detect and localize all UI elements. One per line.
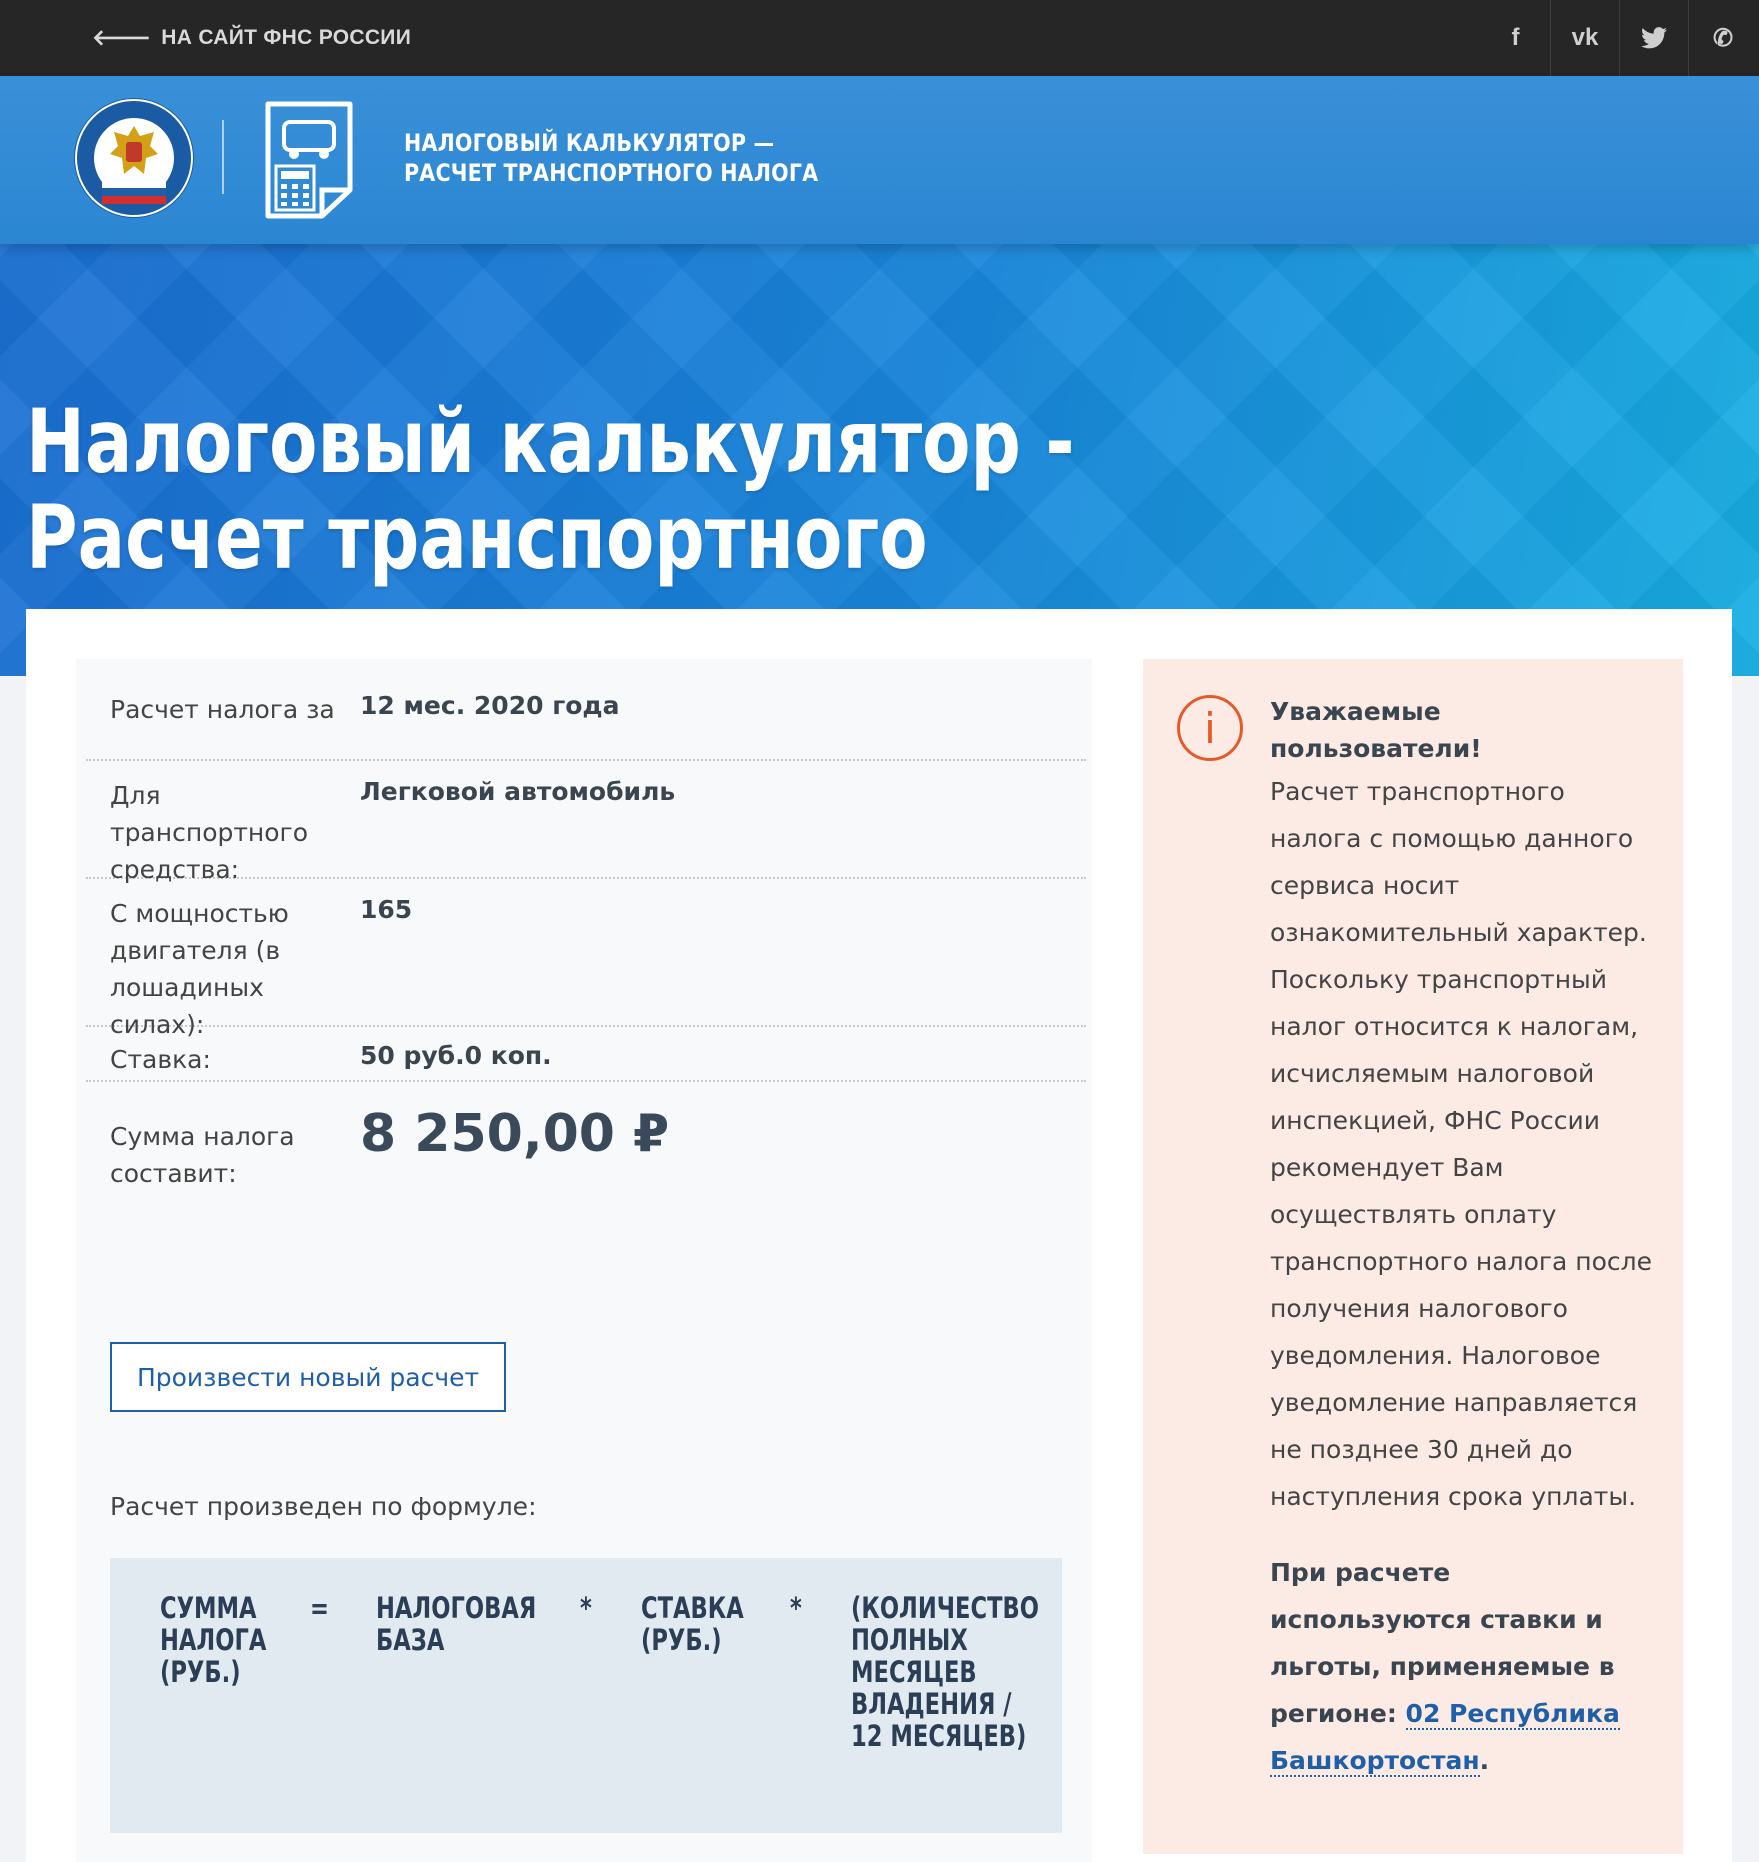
row-value: Легковой автомобиль (360, 777, 676, 806)
row-label: С мощностью двигателя (в лошадиных силах… (110, 899, 289, 1039)
formula-box: СУММА НАЛОГА (РУБ.) = НАЛОГОВАЯ БАЗА * С… (110, 1558, 1062, 1833)
formula-multiply-1: * (580, 1591, 592, 1625)
info-icon: i (1177, 695, 1243, 761)
formula-base: НАЛОГОВАЯ БАЗА (376, 1591, 537, 1657)
formula-sum: СУММА НАЛОГА (РУБ.) (160, 1591, 267, 1689)
calculator-car-icon[interactable] (262, 98, 358, 222)
header-banner: НАЛОГОВЫЙ КАЛЬКУЛЯТОР — РАСЧЕТ ТРАНСПОРТ… (0, 76, 1759, 682)
main-card: Расчет налога за 12 мес. 2020 года Для т… (26, 609, 1732, 1862)
notice-title: Уважаемые пользователи! (1270, 697, 1482, 763)
brand-title-line1: НАЛОГОВЫЙ КАЛЬКУЛЯТОР — (404, 129, 775, 157)
vk-icon[interactable]: vk (1550, 0, 1619, 76)
row-label: Расчет налога за (110, 695, 335, 724)
result-row-power: С мощностью двигателя (в лошадиных силах… (86, 879, 1086, 1039)
facebook-icon[interactable]: f (1481, 0, 1550, 76)
brand-title-line2: РАСЧЕТ ТРАНСПОРТНОГО НАЛОГА (404, 159, 819, 187)
row-value: 50 руб.0 коп. (360, 1041, 552, 1070)
formula-rate: СТАВКА (РУБ.) (641, 1591, 744, 1657)
tax-total-value: 8 250,00 ₽ (360, 1104, 670, 1164)
back-to-fns-link[interactable]: 🡐 НА САЙТ ФНС РОССИИ (92, 0, 411, 76)
notice-panel: i Уважаемые пользователи! Расчет транспо… (1143, 659, 1683, 1854)
arrow-left-icon: 🡐 (92, 25, 152, 50)
formula-multiply-2: * (790, 1591, 802, 1625)
result-row-vehicle: Для транспортного средства: Легковой авт… (86, 761, 1086, 884)
row-label: Для транспортного средства: (110, 781, 308, 884)
brand-bar: НАЛОГОВЫЙ КАЛЬКУЛЯТОР — РАСЧЕТ ТРАНСПОРТ… (0, 76, 1759, 244)
phone-icon[interactable]: ✆ (1688, 0, 1757, 76)
notice-body: Расчет транспортного налога с помощью да… (1270, 777, 1653, 1511)
formula-label: Расчет произведен по формуле: (110, 1492, 537, 1521)
formula-equals: = (310, 1591, 329, 1625)
twitter-icon[interactable] (1619, 0, 1688, 76)
result-row-total: Сумма налога составит: 8 250,00 ₽ (86, 1082, 1086, 1202)
result-panel: Расчет налога за 12 мес. 2020 года Для т… (76, 659, 1092, 1862)
formula-months: (КОЛИЧЕСТВО ПОЛНЫХ МЕСЯЦЕВ ВЛАДЕНИЯ / 12… (851, 1591, 1040, 1753)
brand-title: НАЛОГОВЫЙ КАЛЬКУЛЯТОР — РАСЧЕТ ТРАНСПОРТ… (404, 128, 818, 188)
notice-footer: При расчете используются ставки и льготы… (1270, 1549, 1650, 1784)
new-calculation-button[interactable]: Произвести новый расчет (110, 1342, 506, 1412)
result-row-period: Расчет налога за 12 мес. 2020 года (86, 659, 1086, 761)
notice-footer-suffix: . (1479, 1746, 1490, 1775)
brand-divider (222, 120, 224, 194)
row-value: 165 (360, 895, 413, 924)
row-value: 12 мес. 2020 года (360, 691, 620, 720)
row-label: Ставка: (110, 1045, 211, 1074)
back-to-fns-label: НА САЙТ ФНС РОССИИ (161, 26, 412, 49)
top-bar: 🡐 НА САЙТ ФНС РОССИИ f vk ✆ (0, 0, 1759, 76)
row-label: Сумма налога составит: (110, 1122, 295, 1188)
result-row-rate: Ставка: 50 руб.0 коп. (86, 1027, 1086, 1082)
fns-emblem-icon[interactable] (72, 96, 196, 220)
social-links: f vk ✆ (1481, 0, 1757, 76)
